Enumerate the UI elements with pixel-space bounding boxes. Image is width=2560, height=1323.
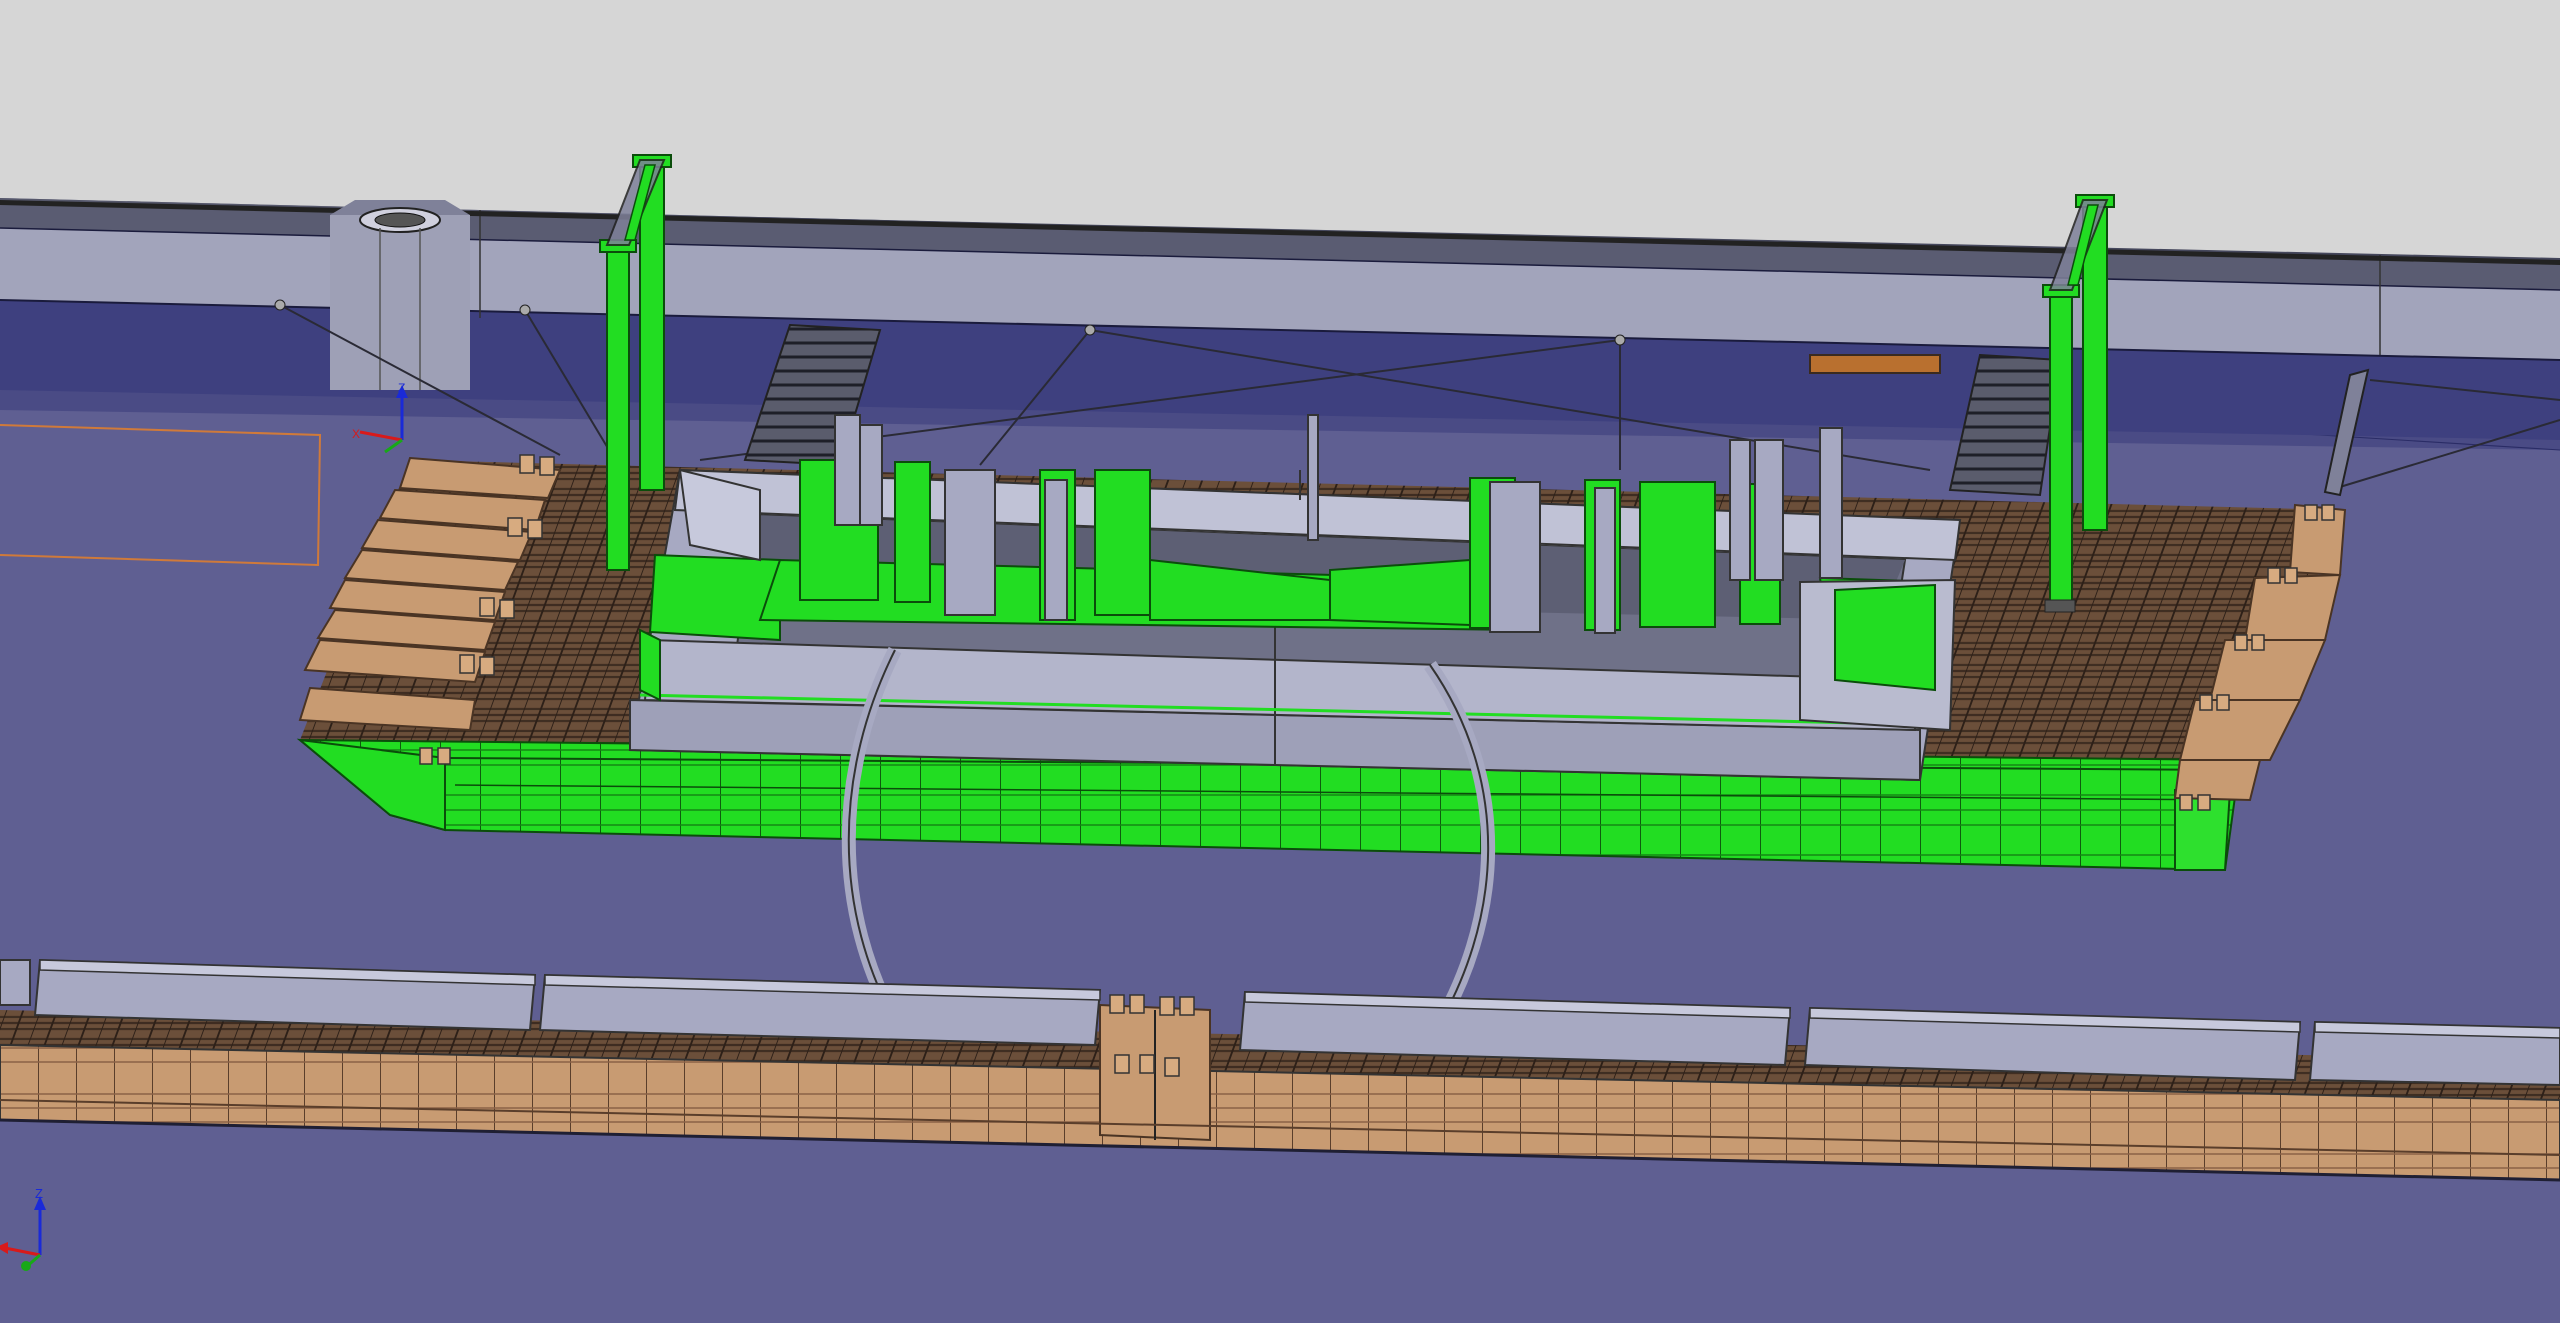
axis-z-label: Z xyxy=(398,381,405,395)
timber-block[interactable] xyxy=(1809,354,1941,374)
3d-scene[interactable]: Z X Z xyxy=(0,0,2560,1323)
axis-z-label-main: Z xyxy=(35,1186,43,1201)
cad-3d-viewport[interactable]: Z X Z xyxy=(0,0,2560,1323)
axis-x-label: X xyxy=(352,427,360,441)
bollard[interactable] xyxy=(330,200,470,390)
green-bulkhead-left[interactable] xyxy=(648,553,781,642)
